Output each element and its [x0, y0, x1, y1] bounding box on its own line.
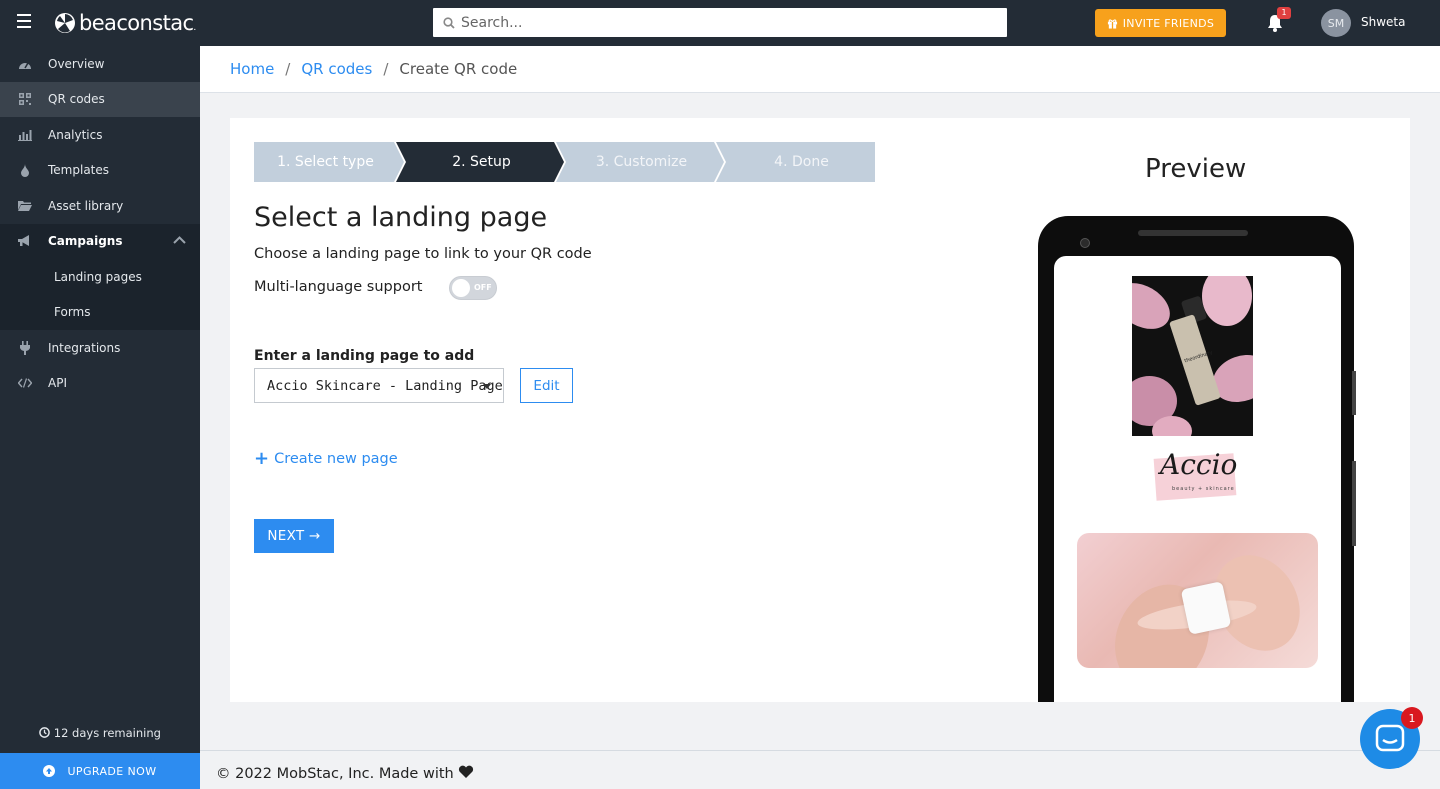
step-setup[interactable]: 2. Setup — [404, 154, 559, 170]
sidebar-item-label: API — [48, 376, 67, 391]
search-box[interactable] — [433, 8, 1007, 37]
step-done: 4. Done — [774, 154, 829, 170]
qr-code-icon — [18, 92, 32, 106]
sidebar-item-api[interactable]: API — [0, 366, 200, 402]
sidebar-item-landing-pages[interactable]: Landing pages — [0, 259, 200, 295]
preview-title: Preview — [1145, 154, 1247, 184]
folder-icon — [18, 199, 32, 213]
chat-icon — [1375, 724, 1405, 752]
phone-camera — [1080, 238, 1090, 248]
sidebar-item-label: Templates — [48, 163, 110, 178]
gift-icon — [1107, 18, 1117, 29]
landing-page-select[interactable]: Accio Skincare - Landing Page — [254, 368, 504, 403]
landing-page-label: Enter a landing page to add — [254, 348, 475, 364]
sidebar-item-forms[interactable]: Forms — [0, 294, 200, 330]
code-icon — [18, 376, 32, 390]
footer-text: © 2022 MobStac, Inc. Made with — [216, 766, 454, 782]
brand-tagline: beauty + skincare — [1172, 486, 1235, 492]
logo[interactable]: beaconstac. — [54, 10, 196, 36]
breadcrumb-qr-codes[interactable]: QR codes — [301, 60, 372, 78]
sidebar-item-campaigns[interactable]: Campaigns — [0, 223, 200, 259]
edit-button[interactable]: Edit — [520, 368, 573, 403]
megaphone-icon — [18, 234, 32, 248]
notification-badge: 1 — [1277, 7, 1291, 19]
chevron-up-icon[interactable] — [173, 235, 186, 244]
breadcrumb-current: Create QR code — [399, 60, 518, 78]
sidebar-item-analytics[interactable]: Analytics — [0, 117, 200, 153]
invite-friends-button[interactable]: INVITE FRIENDS — [1095, 9, 1226, 37]
footer: © 2022 MobStac, Inc. Made with — [200, 750, 1440, 789]
sidebar-item-templates[interactable]: Templates — [0, 153, 200, 189]
page-subtitle: Choose a landing page to link to your QR… — [254, 246, 592, 262]
beaconstac-logo-icon — [55, 13, 75, 33]
step-select-type[interactable]: 1. Select type — [254, 154, 397, 170]
hands-image — [1077, 533, 1318, 668]
phone-side-button — [1352, 371, 1356, 415]
phone-mockup: theordinary Accio beauty + skincare — [1038, 216, 1356, 702]
menu-icon[interactable] — [17, 14, 31, 32]
plus-icon: + — [254, 448, 270, 469]
sidebar-item-asset-library[interactable]: Asset library — [0, 188, 200, 224]
arrow-up-circle-icon — [43, 765, 56, 777]
avatar[interactable]: SM — [1321, 9, 1351, 37]
sidebar-item-qr-codes[interactable]: QR codes — [0, 81, 200, 117]
dashboard-icon — [18, 57, 32, 71]
bar-chart-icon — [18, 128, 32, 142]
sidebar-item-label: Landing pages — [54, 269, 142, 284]
plug-icon — [18, 340, 32, 355]
toggle-state: OFF — [474, 283, 492, 292]
top-bar: beaconstac. INVITE FRIENDS 1 SM Shweta — [0, 0, 1440, 46]
caret-down-icon — [483, 384, 491, 389]
sidebar-item-overview[interactable]: Overview — [0, 46, 200, 82]
page-title: Select a landing page — [254, 202, 548, 233]
arrow-right-icon: → — [309, 528, 321, 544]
heart-icon — [459, 765, 474, 778]
product-image: theordinary — [1132, 276, 1253, 436]
username[interactable]: Shweta — [1361, 15, 1405, 29]
multilang-toggle[interactable]: OFF — [449, 276, 497, 300]
create-new-page-link[interactable]: + Create new page — [254, 450, 398, 468]
sidebar-item-label: Campaigns — [48, 234, 123, 249]
phone-speaker — [1138, 230, 1248, 236]
phone-volume-button — [1352, 461, 1356, 546]
sidebar-item-label: Forms — [54, 305, 91, 320]
toggle-knob — [452, 279, 470, 297]
sidebar-item-label: QR codes — [48, 92, 105, 107]
breadcrumb-home[interactable]: Home — [230, 60, 274, 78]
landing-page-selected: Accio Skincare - Landing Page — [267, 377, 503, 394]
sidebar: Overview QR codes Analytics Templates As… — [0, 46, 200, 789]
breadcrumb: Home / QR codes / Create QR code — [200, 46, 1440, 93]
create-qr-card: 1. Select type 2. Setup 3. Customize 4. … — [230, 118, 1410, 702]
sidebar-item-label: Analytics — [48, 127, 103, 142]
sidebar-item-label: Overview — [48, 56, 105, 71]
clock-icon — [39, 727, 50, 738]
search-icon — [443, 16, 455, 29]
stepper: 1. Select type 2. Setup 3. Customize 4. … — [254, 142, 875, 182]
trial-remaining: 12 days remaining — [0, 726, 200, 740]
logo-text: beaconstac — [79, 11, 194, 35]
next-button[interactable]: NEXT → — [254, 519, 334, 553]
brand-logo: Accio — [1160, 448, 1238, 481]
chat-badge: 1 — [1401, 707, 1423, 729]
step-customize: 3. Customize — [595, 154, 688, 170]
sidebar-item-integrations[interactable]: Integrations — [0, 330, 200, 366]
drop-icon — [18, 163, 32, 177]
sidebar-item-label: Integrations — [48, 340, 121, 355]
search-input[interactable] — [461, 14, 981, 31]
upgrade-now-button[interactable]: UPGRADE NOW — [0, 753, 200, 789]
sidebar-item-label: Asset library — [48, 198, 124, 213]
phone-screen[interactable]: theordinary Accio beauty + skincare — [1054, 256, 1341, 702]
multilang-label: Multi-language support — [254, 279, 423, 295]
